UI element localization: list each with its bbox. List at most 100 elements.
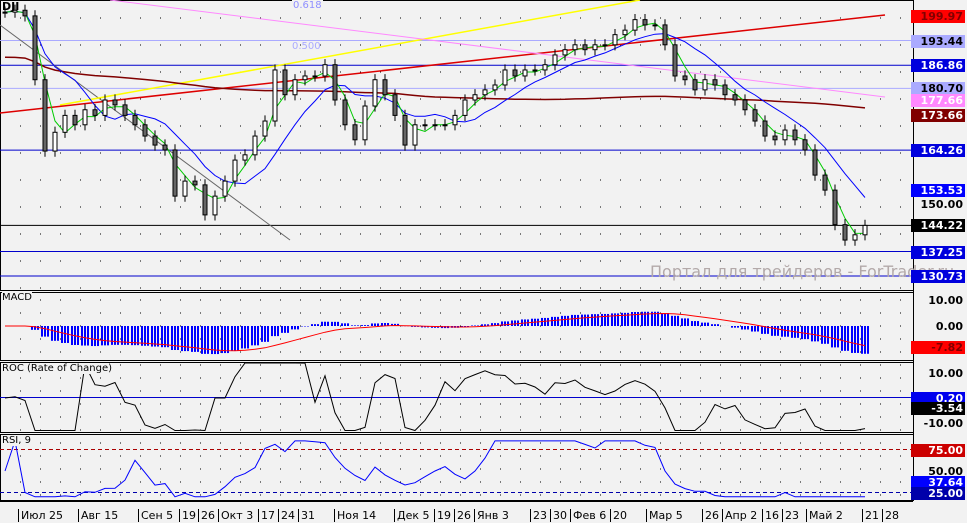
x-tick-label: 20 <box>610 509 627 522</box>
price-label: 164.26 <box>911 144 965 158</box>
candle-body <box>372 79 378 107</box>
x-tick-label: 28 <box>882 509 899 522</box>
candle-body <box>532 69 538 72</box>
candle-body <box>132 114 138 126</box>
rsi-title: RSI, 9 <box>2 435 31 446</box>
price-label: 193.44 <box>911 34 965 48</box>
candle-body <box>492 84 498 91</box>
candle-body <box>422 124 428 127</box>
x-tick-label: Мар 5 <box>646 509 683 522</box>
x-tick-label: 24 <box>278 509 295 522</box>
price-label: 130.73 <box>911 269 965 283</box>
candle-body <box>312 75 318 78</box>
candle-body <box>612 34 618 46</box>
candle-body <box>462 99 468 116</box>
macd-title: MACD <box>2 292 32 303</box>
x-tick-label: Янв 3 <box>474 509 509 522</box>
x-tick-label: 19 <box>179 509 196 522</box>
candle-body <box>142 124 148 137</box>
candle-body <box>452 114 458 126</box>
x-tick-label: 26 <box>454 509 471 522</box>
candle-body <box>852 234 858 241</box>
price-label: 153.53 <box>911 184 965 198</box>
fib-label-618: 0.618 <box>292 0 323 12</box>
candle-body <box>62 114 68 133</box>
x-tick-label: 16 <box>762 509 779 522</box>
x-tick-label: 26 <box>198 509 215 522</box>
x-tick-label: Ноя 14 <box>334 509 376 522</box>
candle-body <box>502 69 508 86</box>
candle-body <box>472 94 478 101</box>
candle-body <box>772 135 778 141</box>
candle-body <box>742 99 748 111</box>
x-tick-label: 31 <box>298 509 315 522</box>
candle-body <box>102 99 108 116</box>
price-label: 150.00 <box>920 197 963 211</box>
candle-body <box>382 79 388 96</box>
candle-body <box>582 44 588 51</box>
candle-body <box>392 94 398 116</box>
x-tick-label: Дек 5 <box>394 509 430 522</box>
rsi-lower-label: 25.00 <box>911 487 965 500</box>
candle-body <box>52 131 58 152</box>
candle-body <box>262 120 268 137</box>
candle-body <box>322 64 328 77</box>
candle-body <box>282 69 288 96</box>
panel-frame <box>0 0 914 291</box>
candle-body <box>182 180 188 197</box>
candle-body <box>192 180 198 186</box>
candle-body <box>692 79 698 91</box>
candle-body <box>722 84 728 96</box>
candle-body <box>212 195 218 216</box>
candle-body <box>402 114 408 146</box>
candle-body <box>152 135 158 146</box>
candle-body <box>122 104 128 116</box>
candle-body <box>622 29 628 36</box>
price-label: 199.97 <box>911 10 965 23</box>
candle-body <box>172 149 178 197</box>
candle-body <box>202 184 208 216</box>
candle-body <box>162 144 168 151</box>
candle-body <box>442 124 448 127</box>
candle-body <box>352 124 358 141</box>
x-tick-label: Июл 25 <box>18 509 63 522</box>
candle-body <box>302 75 308 81</box>
candle-body <box>752 109 758 122</box>
candle-body <box>592 44 598 51</box>
candle-body <box>642 19 648 26</box>
chart-window: Портал для трейдеров - ForTrader.ru MACD… <box>0 0 967 523</box>
candle-body <box>112 99 118 106</box>
x-tick-label: 23 <box>782 509 799 522</box>
candle-body <box>362 105 368 141</box>
x-tick-label: Авг 15 <box>78 509 118 522</box>
candle-body <box>32 15 38 81</box>
candle-body <box>72 114 78 126</box>
x-tick-label: 17 <box>258 509 275 522</box>
x-tick-label: 19 <box>434 509 451 522</box>
candle-body <box>602 44 608 47</box>
candle-body <box>792 129 798 141</box>
pink-ma-line <box>109 0 886 98</box>
x-tick-label: Май 2 <box>806 509 843 522</box>
price-label: 137.25 <box>911 245 965 259</box>
candle-body <box>802 139 808 151</box>
candle-body <box>712 79 718 86</box>
candle-body <box>252 135 258 156</box>
macd-tick-10: 10.00 <box>928 294 963 307</box>
fib-label-500: 0.500 <box>292 41 321 52</box>
candle-body <box>702 79 708 91</box>
candle-body <box>782 129 788 141</box>
candle-body <box>242 154 248 161</box>
panel-frame <box>0 434 914 501</box>
x-tick-label: Окт 3 <box>218 509 253 522</box>
candle-body <box>562 49 568 56</box>
x-tick-label: 21 <box>862 509 879 522</box>
candle-body <box>22 9 28 17</box>
candle-body <box>482 89 488 96</box>
candle-body <box>332 64 338 101</box>
candle-body <box>432 124 438 127</box>
candle-body <box>92 109 98 116</box>
x-tick-label: 30 <box>550 509 567 522</box>
price-label: 186.86 <box>911 59 965 73</box>
rsi-upper-label: 75.00 <box>911 444 965 457</box>
